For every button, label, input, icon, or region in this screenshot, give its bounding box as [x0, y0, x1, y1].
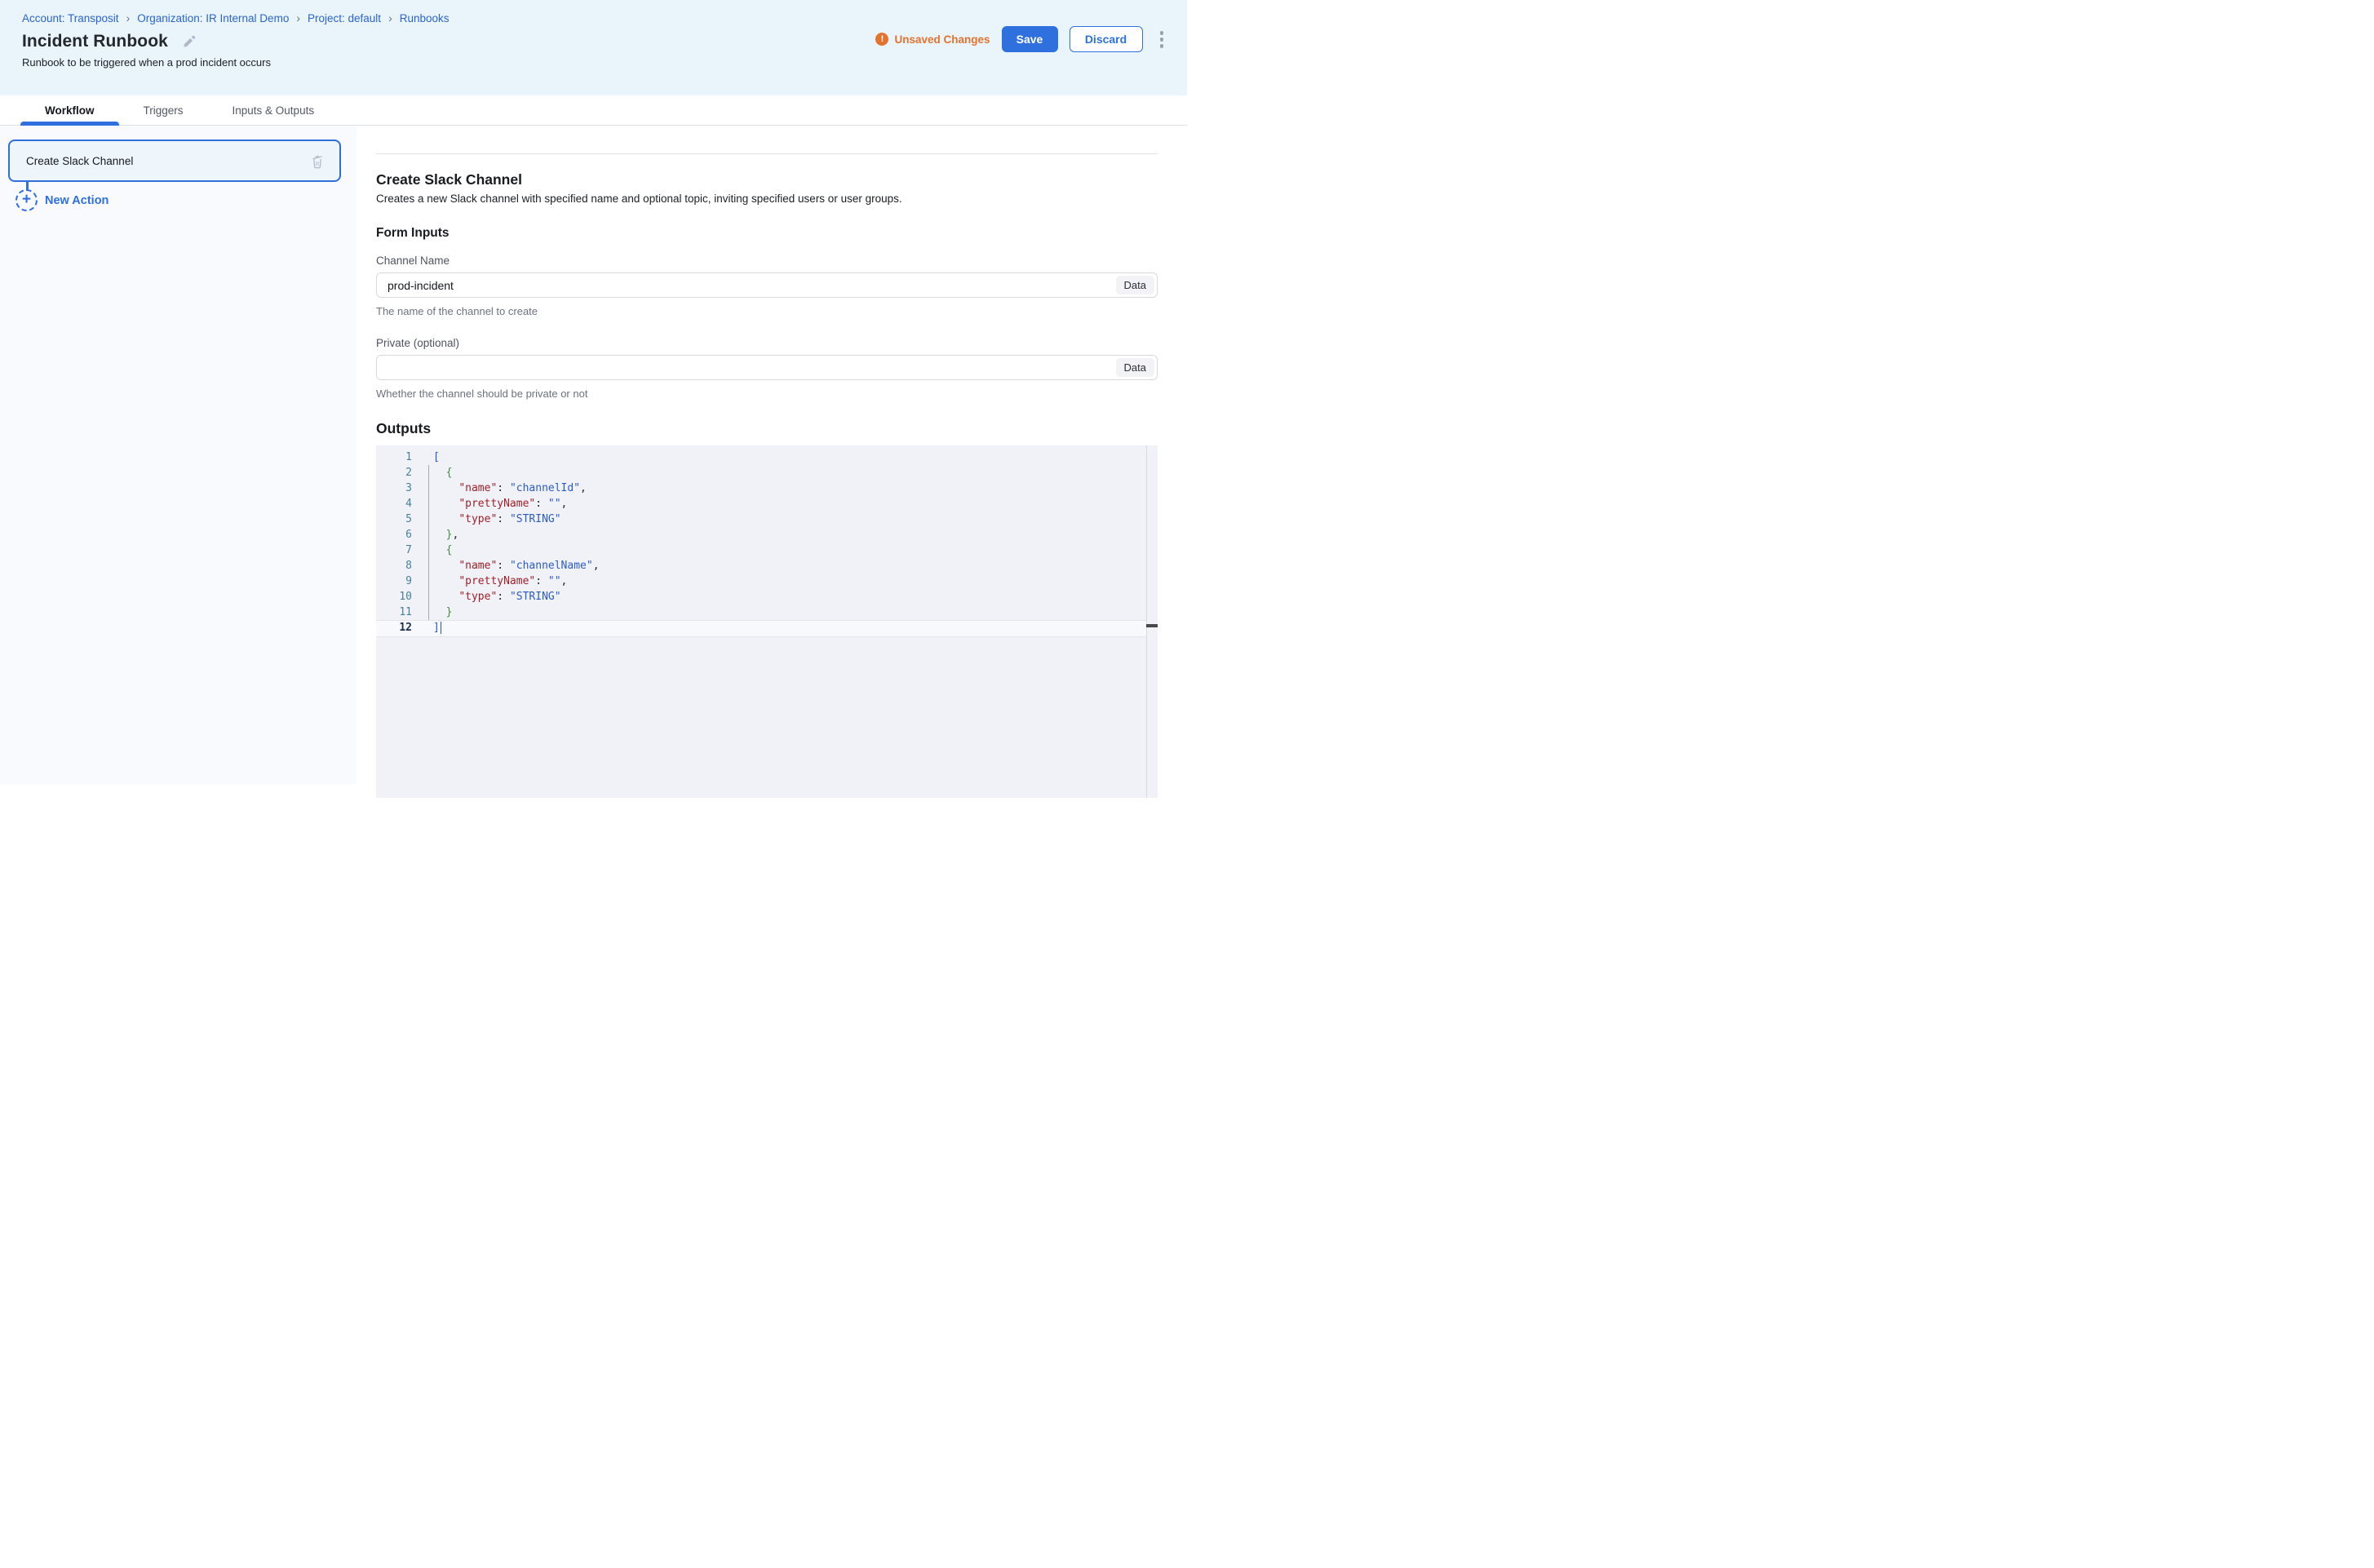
trash-icon	[309, 153, 326, 170]
page-header: Account: Transposit › Organization: IR I…	[0, 0, 1187, 95]
alert-circle-icon: !	[875, 33, 888, 46]
new-action-button[interactable]: + New Action	[16, 189, 109, 211]
line-number: 3	[376, 481, 417, 496]
unsaved-changes-status: ! Unsaved Changes	[875, 33, 990, 46]
code-lines: 1[2 {3 "name": "channelId",4 "prettyName…	[376, 445, 1158, 636]
outputs-code-editor[interactable]: 1[2 {3 "name": "channelId",4 "prettyName…	[376, 445, 1158, 798]
code-text: [	[417, 450, 440, 465]
action-detail-pane: Create Slack Channel Creates a new Slack…	[357, 126, 1187, 784]
breadcrumb-runbooks-link[interactable]: Runbooks	[400, 12, 450, 24]
more-options-button[interactable]	[1156, 26, 1168, 53]
tab-triggers-label: Triggers	[144, 104, 184, 117]
kebab-dot-icon	[1160, 44, 1164, 48]
private-label: Private (optional)	[376, 337, 1158, 349]
code-line: 11 }	[376, 605, 1158, 620]
tab-bar: Workflow Triggers Inputs & Outputs	[0, 95, 1187, 126]
action-detail-title: Create Slack Channel	[376, 171, 1158, 188]
breadcrumb-account-link[interactable]: Account: Transposit	[22, 12, 119, 24]
save-button[interactable]: Save	[1002, 26, 1058, 52]
code-text: "prettyName": "",	[417, 496, 567, 512]
outputs-heading: Outputs	[376, 420, 1158, 437]
kebab-dot-icon	[1160, 31, 1164, 35]
breadcrumb-organization-link[interactable]: Organization: IR Internal Demo	[137, 12, 289, 24]
kebab-dot-icon	[1160, 38, 1164, 42]
line-number: 8	[376, 558, 417, 574]
tab-workflow-label: Workflow	[45, 104, 95, 117]
code-line: 9 "prettyName": "",	[376, 574, 1158, 589]
unsaved-changes-label: Unsaved Changes	[894, 33, 990, 46]
pencil-icon	[181, 34, 197, 50]
new-action-label: New Action	[45, 194, 109, 207]
code-line: 1[	[376, 450, 1158, 465]
form-inputs-heading: Form Inputs	[376, 226, 1158, 241]
code-text: {	[417, 543, 452, 558]
chevron-right-icon: ›	[296, 12, 300, 24]
code-text: {	[417, 465, 452, 481]
private-help: Whether the channel should be private or…	[376, 388, 1158, 400]
channel-name-label: Channel Name	[376, 255, 1158, 267]
private-input[interactable]	[376, 355, 1158, 380]
private-field: Data	[376, 355, 1158, 380]
breadcrumb-project-link[interactable]: Project: default	[308, 12, 381, 24]
line-number: 5	[376, 512, 417, 527]
code-text: "name": "channelId",	[417, 481, 587, 496]
header-actions: ! Unsaved Changes Save Discard	[875, 26, 1167, 53]
tab-triggers[interactable]: Triggers	[119, 95, 208, 125]
channel-name-data-button[interactable]: Data	[1116, 276, 1154, 295]
code-line: 10 "type": "STRING"	[376, 589, 1158, 605]
action-step-label: Create Slack Channel	[26, 155, 307, 167]
edit-title-button[interactable]	[179, 33, 198, 51]
tab-inputs-outputs-label: Inputs & Outputs	[233, 104, 315, 117]
page-subtitle: Runbook to be triggered when a prod inci…	[22, 56, 1187, 69]
line-number: 4	[376, 496, 417, 512]
line-number: 7	[376, 543, 417, 558]
chevron-right-icon: ›	[388, 12, 392, 24]
plus-circle-icon: +	[16, 189, 38, 211]
line-number: 2	[376, 465, 417, 481]
content-area: Create Slack Channel	[0, 126, 1187, 784]
code-line: 7 {	[376, 543, 1158, 558]
code-line: 5 "type": "STRING"	[376, 512, 1158, 527]
channel-name-help: The name of the channel to create	[376, 305, 1158, 317]
page-title: Incident Runbook	[22, 32, 168, 51]
line-number: 1	[376, 450, 417, 465]
code-text: "type": "STRING"	[417, 512, 561, 527]
code-line: 6 },	[376, 527, 1158, 543]
code-text: },	[417, 527, 458, 543]
code-line: 2 {	[376, 465, 1158, 481]
workflow-step-panel: Create Slack Channel	[0, 126, 357, 784]
code-line: 8 "name": "channelName",	[376, 558, 1158, 574]
code-text: "type": "STRING"	[417, 589, 561, 605]
line-number: 12	[376, 620, 417, 636]
cursor-position-marker	[1146, 624, 1158, 627]
code-text: }	[417, 605, 452, 620]
channel-name-field: Data	[376, 272, 1158, 298]
code-line: 12]	[376, 620, 1158, 636]
line-number: 9	[376, 574, 417, 589]
channel-name-input[interactable]	[376, 272, 1158, 298]
app-root: Account: Transposit › Organization: IR I…	[0, 0, 1187, 784]
line-number: 6	[376, 527, 417, 543]
code-text: ]	[417, 620, 441, 636]
tab-inputs-outputs[interactable]: Inputs & Outputs	[208, 95, 339, 125]
code-line: 3 "name": "channelId",	[376, 481, 1158, 496]
code-text: "prettyName": "",	[417, 574, 567, 589]
editor-scrollbar-track[interactable]	[1146, 445, 1158, 798]
text-cursor	[441, 622, 442, 634]
code-line: 4 "prettyName": "",	[376, 496, 1158, 512]
code-text: "name": "channelName",	[417, 558, 600, 574]
line-number: 10	[376, 589, 417, 605]
tab-workflow[interactable]: Workflow	[20, 95, 119, 125]
action-detail-description: Creates a new Slack channel with specifi…	[376, 193, 1158, 205]
delete-action-button[interactable]	[307, 150, 328, 172]
breadcrumb: Account: Transposit › Organization: IR I…	[22, 12, 1187, 24]
discard-button[interactable]: Discard	[1070, 26, 1143, 52]
divider	[376, 153, 1158, 154]
private-data-button[interactable]: Data	[1116, 358, 1154, 377]
chevron-right-icon: ›	[126, 12, 131, 24]
line-number: 11	[376, 605, 417, 620]
action-step-card[interactable]: Create Slack Channel	[8, 140, 341, 182]
